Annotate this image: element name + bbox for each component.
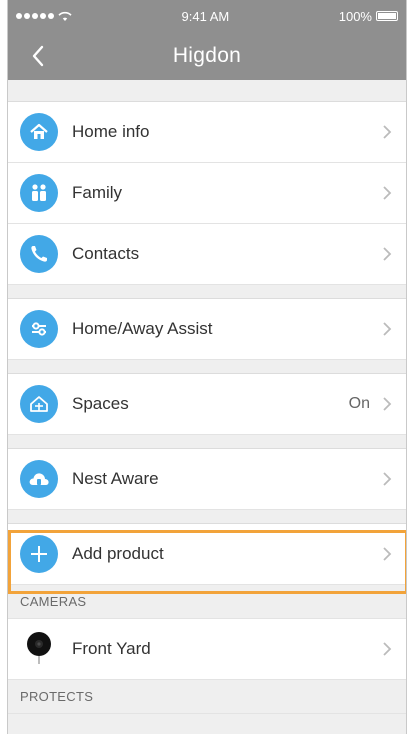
spacer bbox=[8, 435, 406, 449]
chevron-right-icon bbox=[382, 124, 394, 140]
battery-icon bbox=[375, 11, 398, 21]
spacer bbox=[8, 285, 406, 299]
nest-aware-label: Nest Aware bbox=[72, 469, 159, 488]
spaces-label: Spaces bbox=[72, 394, 129, 413]
chevron-right-icon bbox=[382, 396, 394, 412]
status-bar: 9:41 AM 100% bbox=[8, 0, 406, 32]
chevron-right-icon bbox=[382, 641, 394, 657]
battery-indicator: 100% bbox=[339, 9, 398, 24]
spaces-status: On bbox=[348, 395, 370, 412]
camera-icon bbox=[20, 630, 58, 668]
chevron-right-icon bbox=[382, 321, 394, 337]
home-icon bbox=[20, 113, 58, 151]
app-screen: 9:41 AM 100% Higdon Home info Family Con… bbox=[7, 0, 407, 734]
chevron-right-icon bbox=[382, 471, 394, 487]
cloud-icon bbox=[20, 460, 58, 498]
plus-icon bbox=[20, 535, 58, 573]
home-info-row[interactable]: Home info bbox=[8, 102, 406, 163]
family-label: Family bbox=[72, 183, 123, 202]
front-yard-row[interactable]: Front Yard bbox=[8, 619, 406, 680]
spaces-row[interactable]: Spaces On bbox=[8, 374, 406, 435]
contacts-label: Contacts bbox=[72, 244, 140, 263]
chevron-right-icon bbox=[382, 246, 394, 262]
chevron-right-icon bbox=[382, 185, 394, 201]
back-button[interactable] bbox=[22, 40, 54, 72]
section-header-protects: PROTECTS bbox=[8, 680, 406, 714]
contacts-row[interactable]: Contacts bbox=[8, 224, 406, 285]
page-title: Higdon bbox=[172, 44, 242, 67]
spacer bbox=[8, 80, 406, 102]
home-info-label: Home info bbox=[72, 122, 150, 141]
nav-bar: Higdon bbox=[8, 32, 406, 80]
nest-aware-row[interactable]: Nest Aware bbox=[8, 449, 406, 510]
family-row[interactable]: Family bbox=[8, 163, 406, 224]
phone-icon bbox=[20, 235, 58, 273]
signal-icon bbox=[16, 13, 54, 19]
front-yard-label: Front Yard bbox=[72, 639, 151, 658]
home-away-row[interactable]: Home/Away Assist bbox=[8, 299, 406, 360]
battery-percent: 100% bbox=[338, 8, 372, 24]
status-time: 9:41 AM bbox=[181, 8, 230, 24]
add-product-row[interactable]: Add product bbox=[8, 524, 406, 585]
section-header-cameras: CAMERAS bbox=[8, 585, 406, 619]
chevron-left-icon bbox=[32, 45, 44, 67]
chevron-right-icon bbox=[382, 546, 394, 562]
add-product-label: Add product bbox=[72, 544, 164, 563]
house-spaces-icon bbox=[20, 385, 58, 423]
spacer bbox=[8, 510, 406, 524]
family-icon bbox=[20, 174, 58, 212]
spacer bbox=[8, 360, 406, 374]
home-away-label: Home/Away Assist bbox=[72, 319, 213, 338]
wifi-icon bbox=[58, 11, 72, 21]
sliders-icon bbox=[20, 310, 58, 348]
signal-indicator bbox=[16, 11, 72, 22]
